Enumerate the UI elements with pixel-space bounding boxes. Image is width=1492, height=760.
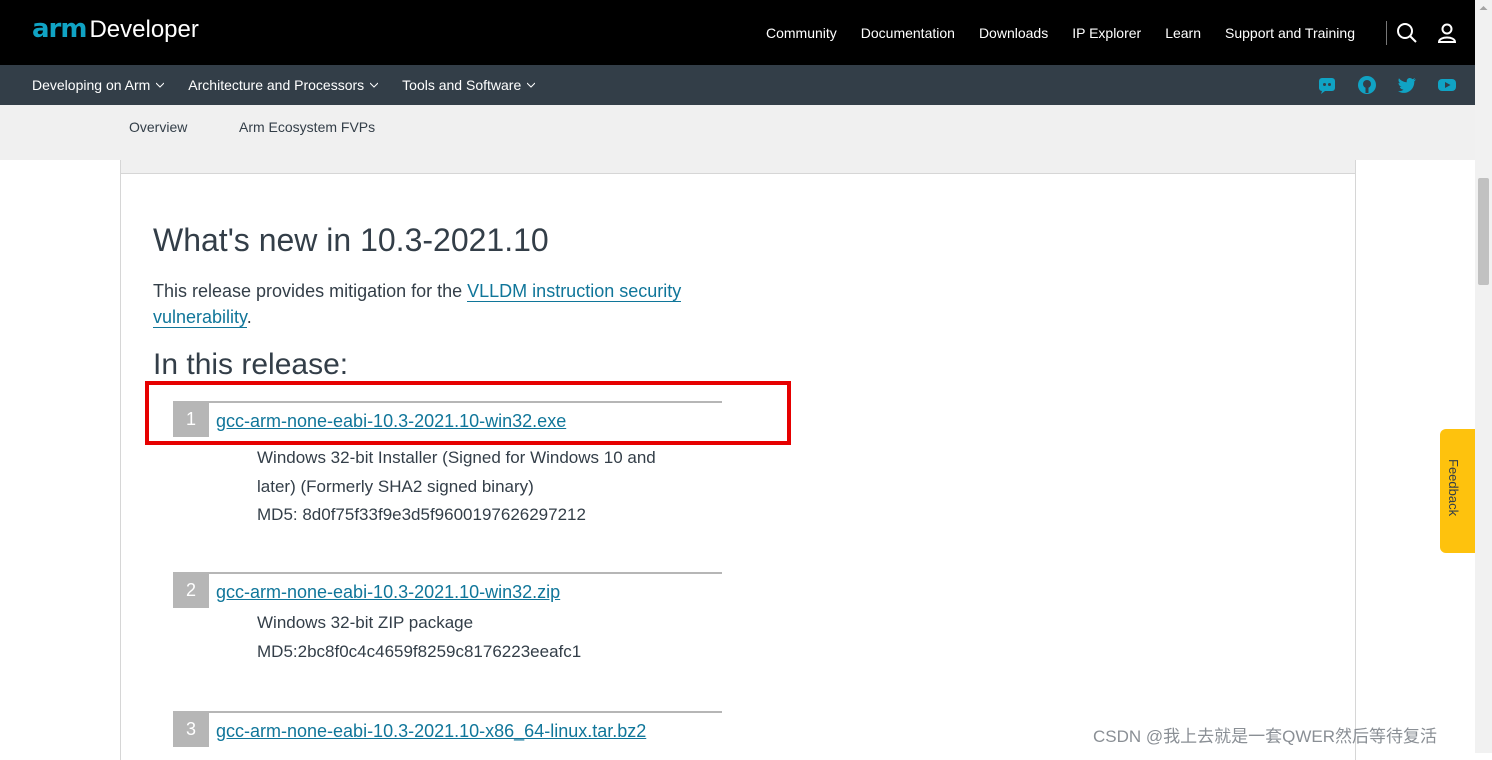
intro-text: This release provides mitigation for the… — [153, 278, 753, 330]
nav-documentation[interactable]: Documentation — [861, 25, 955, 41]
release-heading: In this release: — [153, 348, 349, 381]
release-number: 3 — [173, 711, 209, 747]
release-md5: MD5: 8d0f75f33f9e3d5f9600197626297212 — [257, 505, 586, 524]
chevron-down-icon — [156, 82, 165, 88]
vertical-scrollbar[interactable] — [1475, 0, 1492, 753]
release-divider — [209, 711, 722, 713]
nav-divider — [1386, 21, 1387, 45]
release-description: Windows 32-bit Installer (Signed for Win… — [257, 444, 697, 530]
intro-before: This release provides mitigation for the — [153, 281, 468, 301]
download-link-linux-tar[interactable]: gcc-arm-none-eabi-10.3-2021.10-x86_64-li… — [216, 721, 646, 742]
intro-after: . — [246, 307, 252, 327]
tab-bar: Overview Arm Ecosystem FVPs — [0, 105, 1475, 160]
nav-community[interactable]: Community — [766, 25, 837, 41]
release-desc-text: Windows 32-bit Installer (Signed for Win… — [257, 448, 656, 496]
top-nav: Community Documentation Downloads IP Exp… — [742, 0, 1355, 65]
feedback-tab[interactable]: Feedback — [1440, 429, 1475, 553]
arm-developer-logo[interactable]: arm Developer — [32, 14, 199, 48]
release-item-3: 3 gcc-arm-none-eabi-10.3-2021.10-x86_64-… — [173, 711, 722, 753]
release-md5: MD5:2bc8f0c4c4659f8259c8176223eeafc1 — [257, 641, 582, 661]
nav-support-training[interactable]: Support and Training — [1225, 25, 1355, 41]
nav-learn[interactable]: Learn — [1165, 25, 1201, 41]
logo-developer: Developer — [89, 16, 199, 43]
feedback-label: Feedback — [1446, 459, 1461, 517]
subnav-developing-on-arm[interactable]: Developing on Arm — [32, 77, 165, 93]
secondary-nav: Developing on Arm Architecture and Proce… — [32, 65, 559, 105]
logo-arm: arm — [32, 14, 87, 44]
csdn-watermark: CSDN @我上去就是一套QWER然后等待复活 — [1093, 727, 1438, 746]
release-item-2: 2 gcc-arm-none-eabi-10.3-2021.10-win32.z… — [173, 572, 722, 672]
search-icon[interactable] — [1396, 22, 1418, 44]
user-icon[interactable] — [1436, 22, 1458, 44]
youtube-icon[interactable] — [1437, 75, 1457, 95]
release-desc-text: Windows 32-bit ZIP package — [257, 613, 474, 632]
red-highlight-box — [145, 381, 791, 445]
twitter-icon[interactable] — [1397, 75, 1417, 95]
tab-arm-ecosystem-fvps[interactable]: Arm Ecosystem FVPs — [239, 119, 375, 135]
scroll-up-arrow-icon[interactable] — [1475, 0, 1492, 17]
page-title: What's new in 10.3-2021.10 — [153, 222, 549, 258]
top-header: arm Developer Community Documentation Do… — [0, 0, 1475, 65]
subnav-tools-software[interactable]: Tools and Software — [402, 77, 536, 93]
chevron-down-icon — [370, 82, 379, 88]
download-link-win32-zip[interactable]: gcc-arm-none-eabi-10.3-2021.10-win32.zip — [216, 582, 560, 603]
subnav-label: Architecture and Processors — [188, 77, 365, 93]
github-icon[interactable] — [1357, 75, 1377, 95]
discord-icon[interactable] — [1317, 75, 1337, 95]
subnav-label: Developing on Arm — [32, 77, 151, 93]
release-divider — [209, 572, 722, 574]
release-number: 2 — [173, 572, 209, 608]
secondary-nav-bar: Developing on Arm Architecture and Proce… — [0, 65, 1475, 105]
scrollbar-thumb[interactable] — [1478, 178, 1489, 285]
release-description: Windows 32-bit ZIP package MD5:2bc8f0c4c… — [257, 609, 697, 666]
subnav-label: Tools and Software — [402, 77, 522, 93]
nav-downloads[interactable]: Downloads — [979, 25, 1048, 41]
nav-ip-explorer[interactable]: IP Explorer — [1072, 25, 1141, 41]
subnav-architecture-processors[interactable]: Architecture and Processors — [188, 77, 379, 93]
chevron-down-icon — [527, 82, 536, 88]
tab-overview[interactable]: Overview — [129, 119, 187, 135]
